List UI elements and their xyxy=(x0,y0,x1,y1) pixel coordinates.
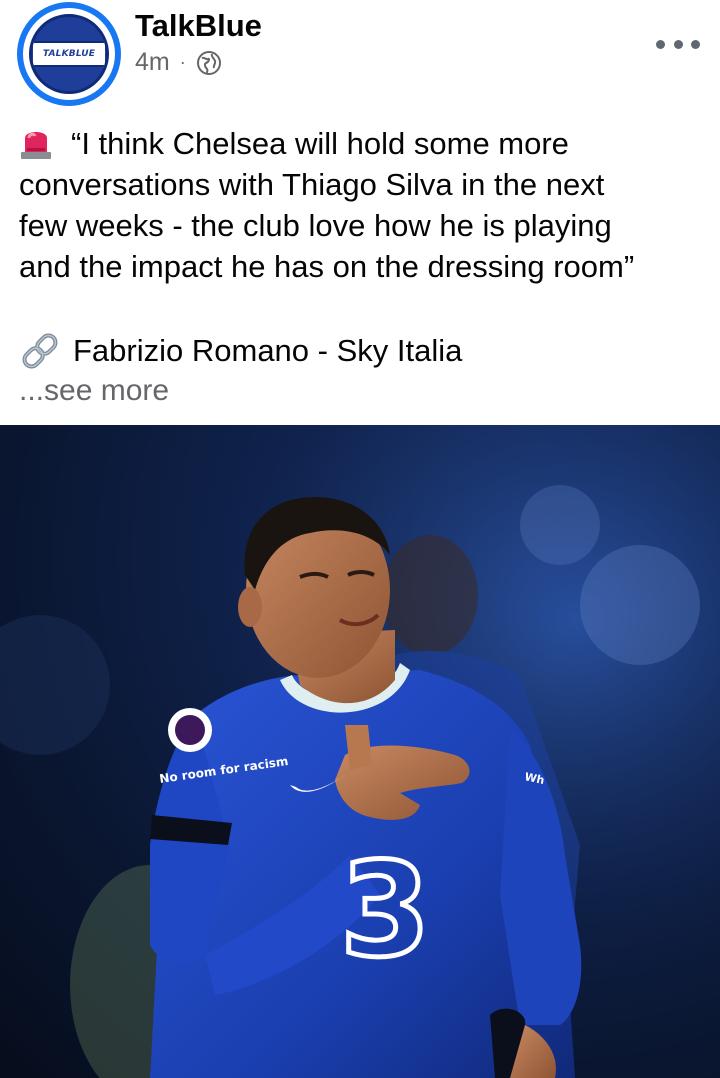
siren-icon xyxy=(21,132,51,159)
page-name[interactable]: TalkBlue xyxy=(135,8,262,44)
post-line-4: and the impact he has on the dressing ro… xyxy=(19,249,635,284)
post-line-text: “I think Chelsea will hold some more xyxy=(71,126,569,161)
avatar-logo-text: TALKBLUE xyxy=(42,49,96,59)
globe-icon xyxy=(196,50,221,75)
page-avatar[interactable]: TALKBLUE xyxy=(17,2,121,106)
link-icon xyxy=(22,333,58,368)
post-meta: 4m · xyxy=(135,48,222,77)
post-photo[interactable]: No room for racism Wh 3 xyxy=(0,425,720,1078)
see-more-link[interactable]: ...see more xyxy=(19,372,169,410)
post-line-2: conversations with Thiago Silva in the n… xyxy=(19,167,605,202)
source-line: Fabrizio Romano - Sky Italia xyxy=(19,330,462,371)
source-text: Fabrizio Romano - Sky Italia xyxy=(73,333,463,368)
post-header: TALKBLUE TalkBlue 4m · xyxy=(0,0,720,110)
post-line-3: few weeks - the club love how he is play… xyxy=(19,208,612,243)
post-time[interactable]: 4m xyxy=(135,48,170,77)
post-body: “I think Chelsea will hold some more con… xyxy=(19,123,699,287)
meta-separator: · xyxy=(179,52,186,72)
avatar-band: TALKBLUE xyxy=(33,41,105,67)
avatar-logo: TALKBLUE xyxy=(29,14,109,94)
post-line-1: “I think Chelsea will hold some more xyxy=(19,123,699,164)
football-player-photo: No room for racism Wh 3 xyxy=(0,425,720,1078)
more-horizontal-icon[interactable] xyxy=(656,34,700,54)
shirt-sponsor-logo: 3 xyxy=(340,834,430,986)
avatar-inner: TALKBLUE xyxy=(23,8,115,100)
